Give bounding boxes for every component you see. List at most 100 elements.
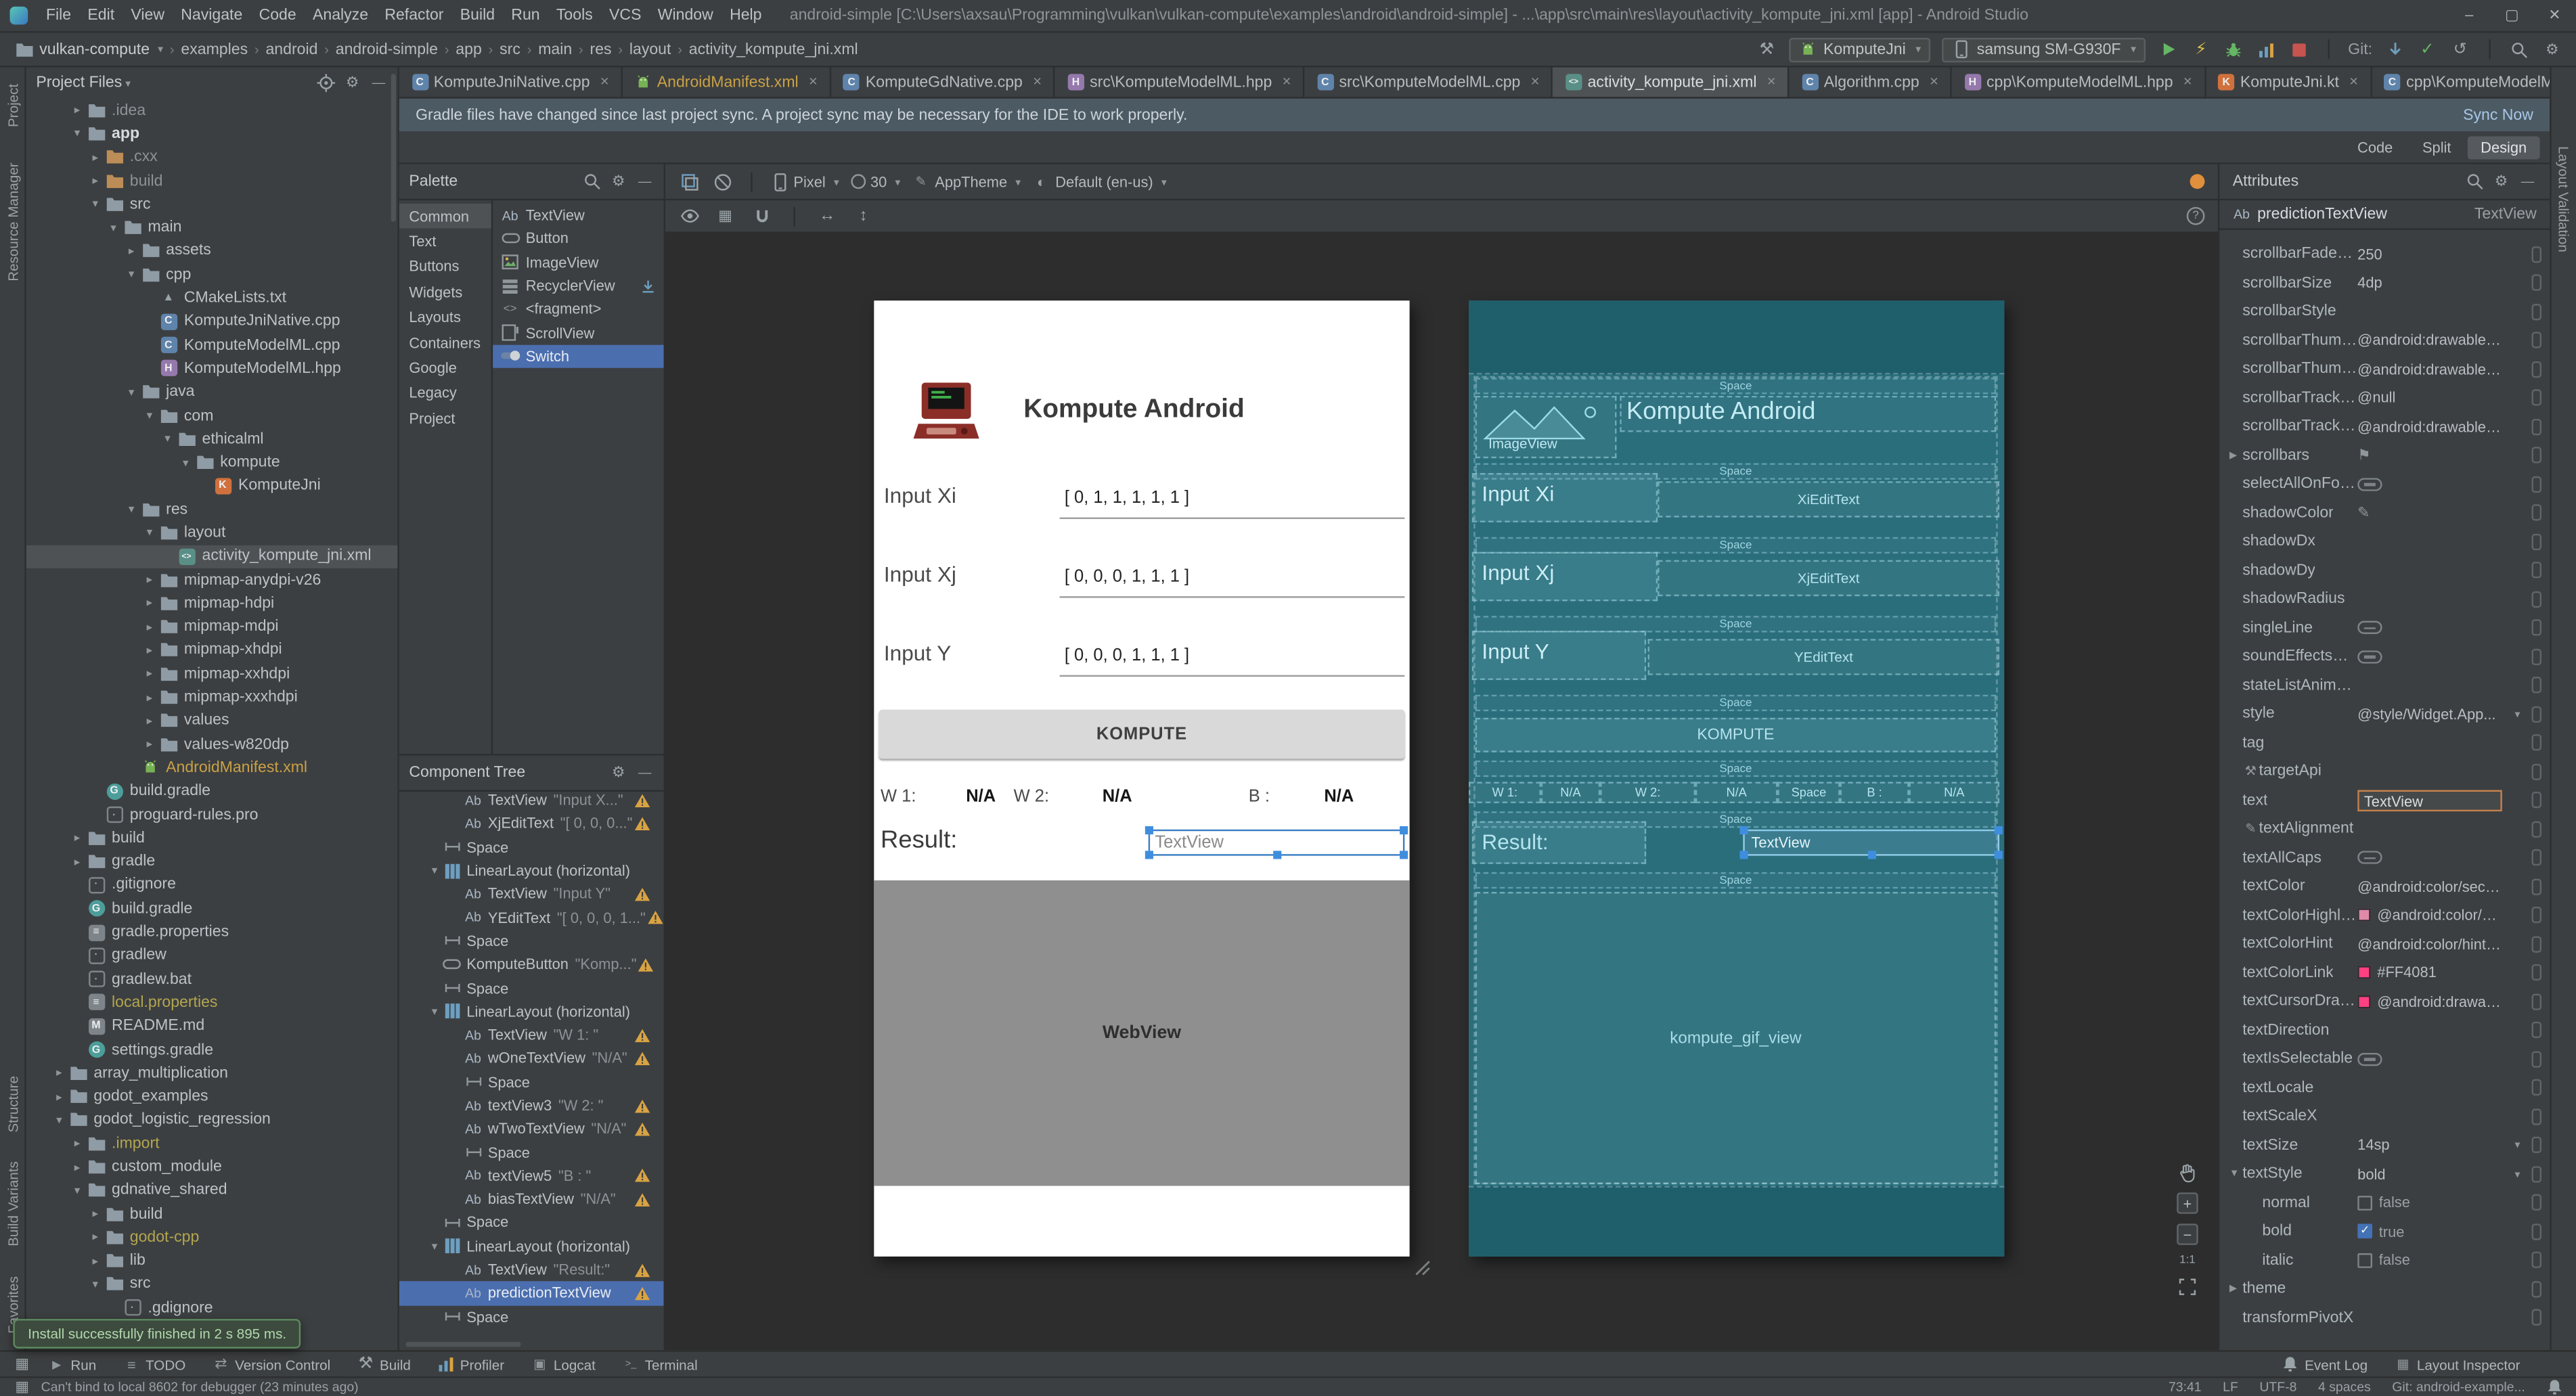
pick-favorite-icon[interactable] xyxy=(2531,1051,2541,1067)
design-surface-mode-icon[interactable] xyxy=(678,171,700,192)
pick-favorite-icon[interactable] xyxy=(2531,620,2541,636)
pick-favorite-icon[interactable] xyxy=(2531,821,2541,837)
component-tree-item[interactable]: AbtextView3"W 2: " xyxy=(399,1094,664,1117)
hide-panel-icon[interactable]: — xyxy=(636,764,654,782)
tree-item[interactable]: ▾src xyxy=(26,1273,398,1297)
attribute-value[interactable]: @style/Widget.App...▾ xyxy=(2357,706,2525,722)
blueprint-input-label[interactable]: Input Xj xyxy=(1472,552,1658,602)
dropdown-arrow-icon[interactable]: ▾ xyxy=(2515,1139,2521,1152)
pick-favorite-icon[interactable] xyxy=(2531,476,2541,492)
design-preview[interactable]: Kompute Android Input Xi[ 0, 1, 1, 1, 1,… xyxy=(874,300,1409,1257)
design-canvas[interactable]: Kompute Android Input Xi[ 0, 1, 1, 1, 1,… xyxy=(665,233,2218,1351)
settings-gear-icon[interactable]: ⚙ xyxy=(2541,39,2563,60)
palette-category-project[interactable]: Project xyxy=(399,406,491,431)
tree-item[interactable]: ▸array_multiplication xyxy=(26,1061,398,1085)
color-picker-icon[interactable]: ✎ xyxy=(2357,504,2370,522)
editor-tab[interactable]: <>activity_kompute_jni.xml✕ xyxy=(1553,68,1790,97)
component-tree-item[interactable]: Space xyxy=(399,1071,664,1094)
tree-item[interactable]: ·proguard-rules.pro xyxy=(26,803,398,827)
editor-tab[interactable]: AndroidManifest.xml✕ xyxy=(623,68,831,97)
minimize-button[interactable]: – xyxy=(2448,7,2491,25)
tree-item[interactable]: ▸values xyxy=(26,709,398,733)
pick-favorite-icon[interactable] xyxy=(2531,1079,2541,1096)
tree-item[interactable]: ▸custom_module xyxy=(26,1155,398,1179)
attribute-value[interactable] xyxy=(2357,478,2525,491)
tree-item[interactable]: ▸gradle xyxy=(26,850,398,874)
attribute-value[interactable]: #FF4081 xyxy=(2357,964,2525,981)
device-config-selector[interactable]: Pixel▾ xyxy=(770,173,839,191)
component-tree-item[interactable]: Space xyxy=(399,1211,664,1235)
status-message[interactable]: Can't bind to local 8602 for debugger (2… xyxy=(41,1380,359,1395)
locale-selector[interactable]: ◐ Default (en-us)▾ xyxy=(1032,173,1167,191)
resize-handle[interactable] xyxy=(1413,1258,1431,1281)
pick-favorite-icon[interactable] xyxy=(2531,591,2541,607)
api-level-selector[interactable]: 30▾ xyxy=(851,173,901,189)
attribute-value[interactable]: 4dp xyxy=(2357,275,2525,291)
breadcrumb-item[interactable]: app xyxy=(456,40,481,58)
pick-favorite-icon[interactable] xyxy=(2531,418,2541,434)
toolwindow-todo[interactable]: ≡TODO xyxy=(123,1355,185,1374)
mode-split-button[interactable]: Split xyxy=(2410,135,2464,158)
stop-button[interactable] xyxy=(2289,39,2311,60)
tree-item[interactable]: ▸.idea xyxy=(26,99,398,122)
blueprint-input-label[interactable]: Input Y xyxy=(1472,631,1646,680)
tree-item[interactable]: ≡local.properties xyxy=(26,991,398,1014)
gear-icon[interactable]: ⚙ xyxy=(610,764,628,782)
toolwindow-event-log[interactable]: Event Log xyxy=(2282,1355,2368,1374)
zoom-to-fit-icon[interactable] xyxy=(2177,1276,2198,1298)
pick-favorite-icon[interactable] xyxy=(2531,246,2541,262)
close-icon[interactable]: ✕ xyxy=(1530,76,1540,89)
palette-category-buttons[interactable]: Buttons xyxy=(399,254,491,279)
blueprint-input-label[interactable]: Input Xi xyxy=(1472,473,1658,522)
tree-item[interactable]: ·gradlew xyxy=(26,944,398,968)
toolwindow-build[interactable]: ⚒Build xyxy=(357,1355,411,1374)
tree-item[interactable]: ≡gradle.properties xyxy=(26,920,398,944)
tree-item[interactable]: ▸lib xyxy=(26,1249,398,1273)
palette-item-Switch[interactable]: Switch xyxy=(493,344,663,368)
hide-panel-icon[interactable]: — xyxy=(370,74,388,92)
project-view-header[interactable]: Project Files ▾ ⚙ — xyxy=(26,68,398,99)
pick-favorite-icon[interactable] xyxy=(2531,533,2541,549)
project-selector[interactable]: vulkan-compute ▾ xyxy=(13,39,163,60)
status-widget[interactable]: LF xyxy=(2223,1380,2238,1395)
palette-category-common[interactable]: Common xyxy=(399,204,491,229)
run-button[interactable] xyxy=(2158,39,2179,60)
edittext-value[interactable]: [ 0, 1, 1, 1, 1, 1 ] xyxy=(1065,488,1189,508)
palette-category-layouts[interactable]: Layouts xyxy=(399,305,491,330)
component-tree-item[interactable]: KomputeButton"Komp..." xyxy=(399,953,664,976)
maximize-button[interactable]: ▢ xyxy=(2491,7,2533,25)
color-swatch[interactable] xyxy=(2357,909,2370,922)
attribute-value[interactable]: @null xyxy=(2357,390,2525,406)
pan-hand-icon[interactable] xyxy=(2177,1161,2198,1183)
locate-file-icon[interactable] xyxy=(317,74,335,92)
orientation-vertical-icon[interactable]: ↕ xyxy=(853,205,874,227)
palette-item-Button[interactable]: Button xyxy=(493,227,663,251)
tree-item[interactable]: ·gradlew.bat xyxy=(26,968,398,991)
search-everywhere-icon[interactable] xyxy=(2508,39,2530,60)
profiler-button[interactable] xyxy=(2256,39,2278,60)
attribute-value[interactable] xyxy=(2357,1052,2525,1065)
gear-icon[interactable]: ⚙ xyxy=(343,74,361,92)
checkbox[interactable] xyxy=(2357,1195,2372,1210)
apply-changes-icon[interactable]: ⚡ xyxy=(2190,39,2212,60)
editor-tab[interactable]: Hcpp\KomputeModelML.hpp✕ xyxy=(1952,68,2206,97)
pick-favorite-icon[interactable] xyxy=(2531,706,2541,722)
attribute-value[interactable]: 14sp▾ xyxy=(2357,1137,2525,1153)
debug-button[interactable] xyxy=(2223,39,2245,60)
tree-item[interactable]: ▸build xyxy=(26,826,398,850)
editor-tab[interactable]: CKomputeJniNative.cpp✕ xyxy=(399,68,623,97)
editor-tab[interactable]: KKomputeJni.kt✕ xyxy=(2206,68,2372,97)
menu-vcs[interactable]: VCS xyxy=(601,7,650,25)
pick-favorite-icon[interactable] xyxy=(2531,303,2541,319)
tree-item[interactable]: ▸mipmap-xxhdpi xyxy=(26,662,398,686)
attribute-value[interactable]: @android:drawable/s... xyxy=(2357,361,2525,377)
install-toast[interactable]: Install successfully finished in 2 s 895… xyxy=(13,1319,301,1349)
close-icon[interactable]: ✕ xyxy=(2183,76,2192,89)
toggle-issue-display-icon[interactable] xyxy=(711,171,733,192)
palette-item-TextView[interactable]: AbTextView xyxy=(493,204,663,227)
tree-item[interactable]: ▸assets xyxy=(26,240,398,263)
tree-item[interactable]: ▸mipmap-xxxhdpi xyxy=(26,685,398,709)
editor-tab[interactable]: Hsrc\KomputeModelML.hpp✕ xyxy=(1055,68,1304,97)
tool-window-switcher-icon[interactable]: ▦ xyxy=(13,1355,31,1374)
palette-item-ScrollView[interactable]: ScrollView xyxy=(493,321,663,344)
